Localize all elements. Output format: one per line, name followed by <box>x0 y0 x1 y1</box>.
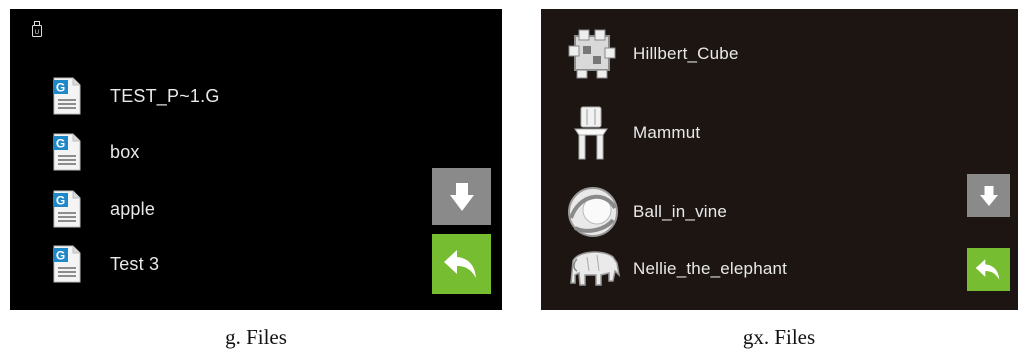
gcode-file-icon: G <box>53 133 81 171</box>
scroll-down-button[interactable] <box>967 174 1010 217</box>
file-name: Mammut <box>633 123 701 142</box>
model-thumbnail-cube-icon <box>568 29 616 79</box>
model-thumbnail-chair-icon <box>574 106 608 160</box>
file-name: apple <box>110 198 156 219</box>
svg-text:G: G <box>56 249 65 263</box>
file-name: Hillbert_Cube <box>633 44 739 63</box>
back-arrow-icon <box>443 250 476 278</box>
file-name: TEST_P~1.G <box>110 85 220 106</box>
usb-drive-icon: U <box>32 21 42 37</box>
file-item[interactable]: G box <box>52 133 140 171</box>
file-name: Ball_in_vine <box>633 202 728 221</box>
gcode-file-icon: G <box>53 77 81 115</box>
svg-text:G: G <box>56 137 65 151</box>
file-item[interactable]: Hillbert_Cube <box>563 26 739 82</box>
model-thumbnail-ball-icon <box>568 187 618 237</box>
files-screen-g: U G TEST_P~1.G G box G apple G Test 3 <box>10 9 502 310</box>
gcode-file-icon: G <box>53 190 81 228</box>
back-button[interactable] <box>967 248 1010 291</box>
file-item[interactable]: G Test 3 <box>52 245 159 283</box>
file-item[interactable]: G TEST_P~1.G <box>52 77 220 115</box>
file-item[interactable]: G apple <box>52 190 155 228</box>
file-name: Test 3 <box>110 253 160 274</box>
caption-g: g. Files <box>225 325 287 349</box>
arrow-down-icon <box>979 185 998 206</box>
file-item[interactable]: Ball_in_vine <box>563 184 727 240</box>
back-button[interactable] <box>432 234 491 294</box>
file-item[interactable]: Nellie_the_elephant <box>563 241 787 297</box>
arrow-down-icon <box>449 182 474 211</box>
file-item[interactable]: Mammut <box>563 105 700 161</box>
caption-gx: gx. Files <box>742 325 816 349</box>
file-name: box <box>110 141 140 162</box>
model-thumbnail-elephant-icon <box>570 251 621 286</box>
gcode-file-icon: G <box>53 245 81 283</box>
scroll-down-button[interactable] <box>432 168 491 225</box>
svg-text:G: G <box>56 194 65 208</box>
svg-text:U: U <box>35 29 39 36</box>
file-name: Nellie_the_elephant <box>633 259 788 278</box>
svg-text:G: G <box>56 81 65 95</box>
back-arrow-icon <box>975 259 999 280</box>
files-screen-gx: Hillbert_Cube Mammut Ball_in_vine Nellie… <box>541 9 1018 310</box>
